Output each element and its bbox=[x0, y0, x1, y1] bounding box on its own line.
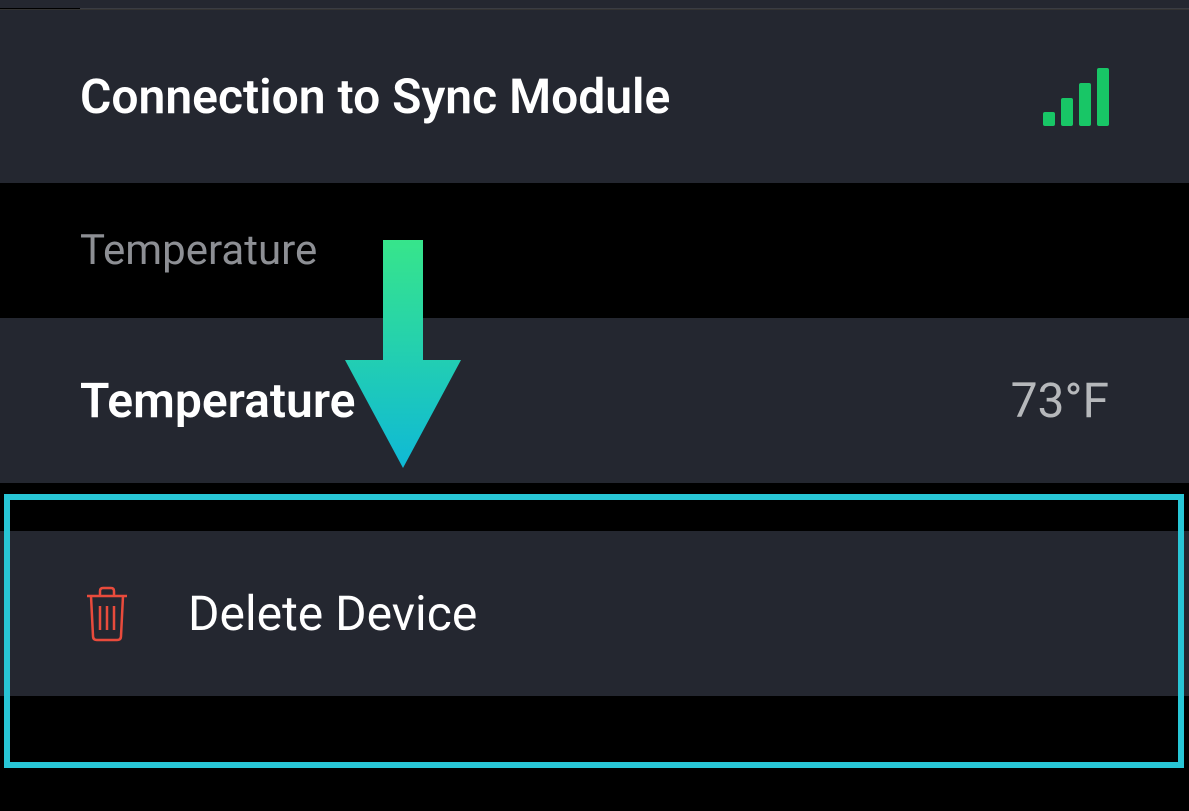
trash-icon bbox=[82, 584, 132, 644]
temperature-row[interactable]: Temperature 73°F bbox=[0, 318, 1189, 483]
delete-device-label: Delete Device bbox=[188, 585, 477, 642]
temperature-section-label: Temperature bbox=[80, 226, 317, 275]
temperature-value: 73°F bbox=[1011, 372, 1109, 429]
delete-device-row[interactable]: Delete Device bbox=[0, 531, 1189, 696]
connection-label: Connection to Sync Module bbox=[80, 68, 670, 125]
connection-row[interactable]: Connection to Sync Module bbox=[0, 9, 1189, 183]
temperature-section-header: Temperature bbox=[0, 183, 1189, 318]
temperature-label: Temperature bbox=[80, 372, 355, 429]
signal-strength-icon bbox=[1043, 68, 1109, 126]
